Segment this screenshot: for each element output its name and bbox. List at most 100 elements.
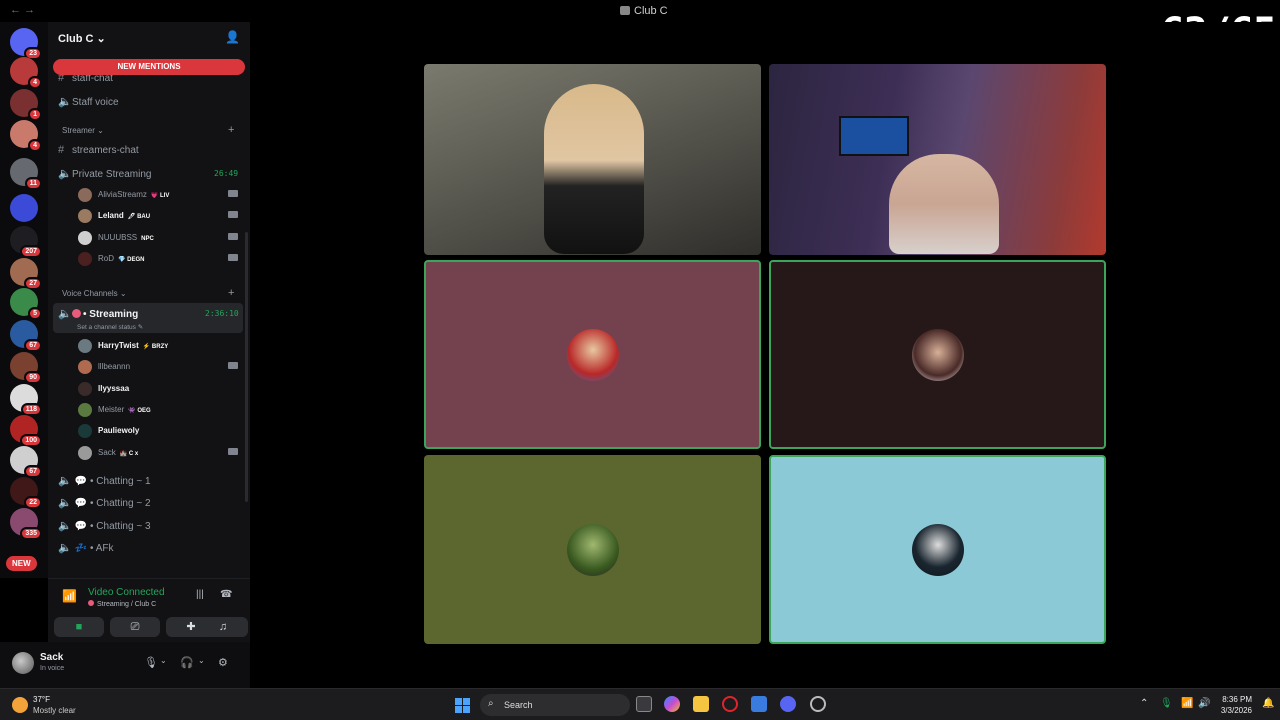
video-tile-avatar-3[interactable] bbox=[424, 455, 761, 644]
server-icon[interactable]: 1 bbox=[10, 89, 42, 121]
voice-user[interactable]: AliviaStreamz 💗 LIV bbox=[78, 188, 238, 202]
avatar[interactable] bbox=[12, 652, 34, 674]
search-icon: ⌕ bbox=[488, 698, 494, 709]
server-icon[interactable]: 207 bbox=[10, 226, 42, 258]
camera-button[interactable]: ■ bbox=[54, 617, 104, 637]
noise-suppression-icon[interactable]: ||| bbox=[196, 589, 204, 600]
add-channel-icon[interactable]: + bbox=[228, 124, 234, 136]
taskbar-search[interactable]: ⌕ Search bbox=[480, 694, 630, 716]
channel-status[interactable]: Set a channel status ✎ bbox=[77, 323, 143, 331]
category-streamer[interactable]: Streamer ⌄ + bbox=[62, 124, 234, 136]
discord-icon[interactable] bbox=[780, 696, 796, 712]
server-icon[interactable]: 118 bbox=[10, 384, 42, 416]
voice-user[interactable]: Meister 👾 OEG bbox=[78, 402, 151, 417]
file-explorer-icon[interactable] bbox=[693, 696, 709, 712]
server-icon[interactable]: 335 bbox=[10, 508, 42, 540]
disconnect-icon[interactable]: ☎ bbox=[220, 589, 232, 600]
avatar bbox=[78, 251, 92, 266]
video-tile-avatar-1[interactable] bbox=[424, 260, 761, 449]
windows-start-icon[interactable] bbox=[455, 698, 470, 713]
channel-afk[interactable]: 🔈 💤 • AFk bbox=[58, 541, 114, 554]
camera-icon bbox=[228, 190, 238, 197]
new-mentions-banner[interactable]: NEW MENTIONS bbox=[53, 59, 245, 75]
channel-chatting-2[interactable]: 🔈 💬 • Chatting ~ 2 bbox=[58, 496, 151, 509]
volume-icon[interactable]: 🔊 bbox=[1198, 698, 1210, 709]
participant-avatar bbox=[911, 328, 964, 381]
server-icon[interactable]: 23 bbox=[10, 28, 42, 60]
voice-user[interactable]: Pauliewoly bbox=[78, 424, 139, 439]
channel-staff-voice[interactable]: 🔈Staff voice bbox=[58, 95, 119, 108]
server-icon[interactable] bbox=[10, 194, 38, 222]
channel-chatting-1[interactable]: 🔈 💬 • Chatting ~ 1 bbox=[58, 474, 151, 487]
server-name[interactable]: Club C ⌄ bbox=[58, 32, 106, 45]
voice-user[interactable]: Leland 🖊 BAU bbox=[78, 209, 238, 224]
channel-streamers-chat[interactable]: # streamers-chat bbox=[58, 144, 139, 156]
server-icon[interactable]: 4 bbox=[10, 57, 42, 89]
voice-user[interactable]: Sack 🏰 C x bbox=[78, 445, 238, 460]
screen-share-button[interactable]: ⎚ bbox=[110, 617, 160, 637]
server-icon[interactable]: 5 bbox=[10, 288, 42, 320]
task-view-icon[interactable] bbox=[636, 696, 652, 712]
add-channel-icon[interactable]: + bbox=[228, 287, 234, 299]
username[interactable]: Sack bbox=[40, 652, 63, 663]
avatar bbox=[78, 402, 92, 417]
microphone-icon[interactable]: 🎙 bbox=[1160, 698, 1173, 709]
voice-user[interactable]: lllbeannn bbox=[78, 360, 238, 375]
server-icon[interactable]: 100 bbox=[10, 415, 42, 447]
unread-badge: 22 bbox=[24, 496, 42, 509]
channel-private-streaming[interactable]: 🔈Private Streaming 26:49 bbox=[58, 167, 240, 180]
avatar bbox=[78, 424, 92, 439]
server-icon[interactable]: 67 bbox=[10, 446, 42, 478]
channel-streaming[interactable]: 🔈 • Streaming 2:36:10 bbox=[58, 307, 240, 320]
video-tile-camera-1[interactable] bbox=[424, 64, 761, 255]
copilot-icon[interactable] bbox=[664, 696, 680, 712]
unread-badge: 4 bbox=[28, 76, 42, 89]
voice-user[interactable]: RoD 💎 DEGN bbox=[78, 251, 238, 266]
server-header[interactable]: Club C ⌄ 👤 bbox=[48, 22, 250, 54]
soundboard-button[interactable]: ♫ bbox=[198, 617, 248, 637]
voice-user[interactable]: NUUUBSS NPC bbox=[78, 230, 238, 245]
unread-badge: 67 bbox=[24, 339, 42, 352]
video-tile-avatar-2[interactable] bbox=[769, 260, 1106, 449]
app-icon[interactable] bbox=[810, 696, 826, 712]
voice-location[interactable]: Streaming / Club C bbox=[88, 600, 156, 608]
server-icon[interactable]: 4 bbox=[10, 120, 42, 152]
opera-icon[interactable] bbox=[722, 696, 738, 712]
server-icon[interactable]: 22 bbox=[10, 477, 42, 509]
sidebar-scrollbar[interactable] bbox=[245, 232, 248, 502]
back-forward-icons[interactable]: ← → bbox=[10, 4, 35, 16]
microphone-icon[interactable]: 🎙 bbox=[144, 656, 158, 669]
headphones-icon[interactable]: 🎧 bbox=[180, 656, 194, 669]
signal-icon[interactable]: 📶 bbox=[62, 589, 78, 605]
store-icon[interactable] bbox=[751, 696, 767, 712]
server-icon[interactable]: 11 bbox=[10, 158, 42, 190]
user-panel: Sack In voice 🎙 ⌄ 🎧 ⌄ ⚙ bbox=[0, 642, 250, 688]
video-tile-avatar-4[interactable] bbox=[769, 455, 1106, 644]
voice-user[interactable]: HarryTwist ⚡ BRZY bbox=[78, 339, 168, 353]
server-icon[interactable]: 67 bbox=[10, 320, 42, 352]
window-title: Club C bbox=[620, 5, 668, 17]
video-tile-camera-2[interactable] bbox=[769, 64, 1106, 255]
voice-status[interactable]: Video Connected bbox=[88, 587, 165, 598]
add-member-icon[interactable]: 👤 bbox=[225, 30, 240, 44]
wifi-icon[interactable]: 📶 bbox=[1181, 698, 1193, 709]
category-voice-channels[interactable]: Voice Channels ⌄ + bbox=[62, 287, 234, 299]
clock[interactable]: 8:36 PM 3/3/2026 bbox=[1218, 694, 1252, 716]
chevron-down-icon[interactable]: ⌄ bbox=[160, 656, 167, 665]
voice-user[interactable]: llyyssaa bbox=[78, 381, 129, 396]
gear-icon[interactable]: ⚙ bbox=[218, 656, 228, 669]
server-icon[interactable]: 90 bbox=[10, 352, 42, 384]
chevron-up-icon[interactable]: ⌃ bbox=[1140, 698, 1148, 709]
avatar bbox=[78, 360, 92, 375]
new-servers-pill[interactable]: NEW bbox=[6, 556, 37, 571]
chevron-down-icon[interactable]: ⌄ bbox=[198, 656, 205, 665]
unread-badge: 90 bbox=[24, 371, 42, 384]
channel-chatting-3[interactable]: 🔈 💬 • Chatting ~ 3 bbox=[58, 519, 151, 532]
speaker-icon: 🔈 bbox=[58, 96, 72, 108]
notification-icon[interactable]: 🔔 bbox=[1262, 698, 1274, 709]
taskbar: 37°F Mostly clear ⌕ Search ⌃ 🎙 📶 🔊 8:36 … bbox=[0, 688, 1280, 720]
speaker-icon: 🔈 bbox=[58, 475, 72, 487]
voice-user-name: Leland bbox=[98, 211, 124, 221]
unread-badge: 4 bbox=[28, 139, 42, 152]
server-icon[interactable]: 27 bbox=[10, 258, 42, 290]
